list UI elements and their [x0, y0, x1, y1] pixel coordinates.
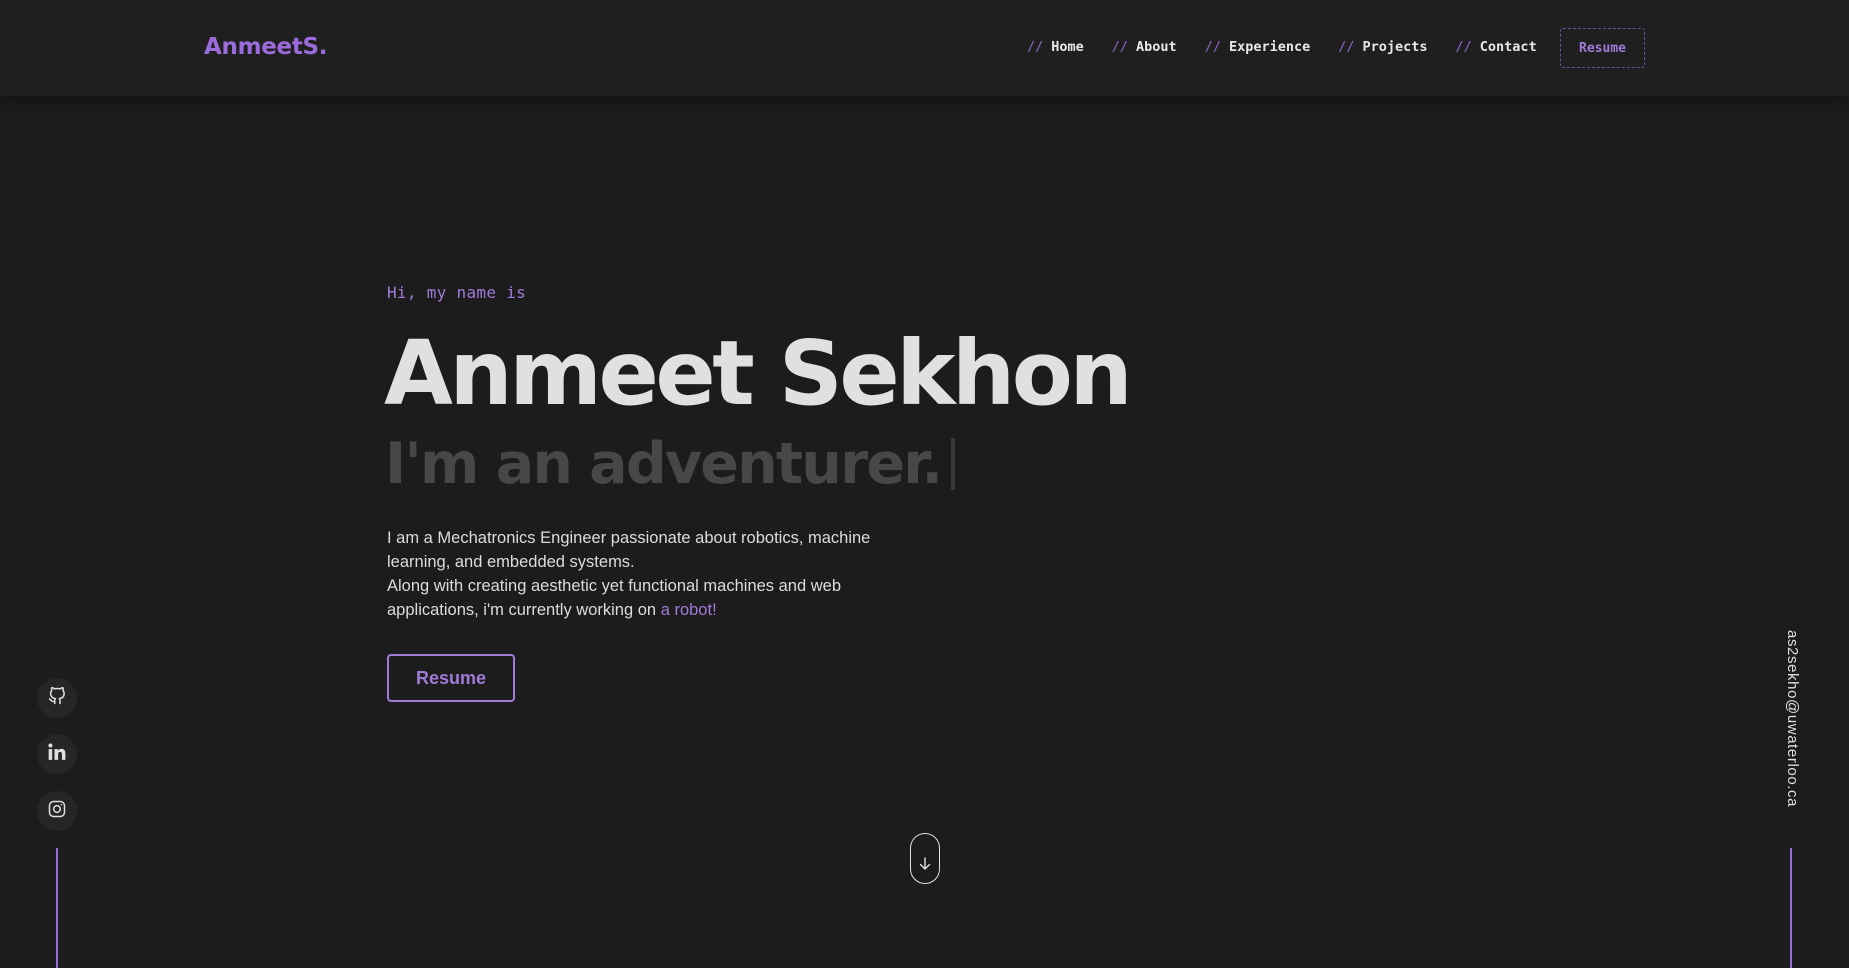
bio-paragraph-1: I am a Mechatronics Engineer passionate … [387, 529, 871, 571]
nav-item-about[interactable]: // About [1112, 39, 1177, 55]
hero-tagline-text: I'm an adventurer. [385, 431, 943, 497]
site-header: AnmeetS. // Home // About // Experience … [0, 0, 1849, 96]
email-rail: as2sekho@uwaterloo.ca [1776, 630, 1806, 807]
hero-bio: I am a Mechatronics Engineer passionate … [387, 526, 907, 622]
nav-label: Contact [1479, 39, 1537, 55]
nav-label: About [1136, 39, 1177, 55]
main-nav: // Home // About // Experience // Projec… [1027, 39, 1537, 55]
nav-item-experience[interactable]: // Experience [1205, 39, 1311, 55]
nav-item-projects[interactable]: // Projects [1338, 39, 1427, 55]
right-rail-line [1790, 848, 1792, 968]
hero-tagline: I'm an adventurer. [385, 428, 956, 500]
nav-slash: // [1204, 39, 1221, 55]
instagram-link[interactable] [37, 791, 77, 831]
robot-link[interactable]: a robot! [661, 601, 717, 619]
instagram-icon [47, 799, 67, 824]
site-logo[interactable]: AnmeetS. [204, 34, 328, 60]
nav-label: Projects [1362, 39, 1428, 55]
email-link[interactable]: as2sekho@uwaterloo.ca [1784, 630, 1801, 807]
nav-item-home[interactable]: // Home [1027, 39, 1084, 55]
hero-greeting: Hi, my name is [387, 283, 527, 302]
nav-item-contact[interactable]: // Contact [1456, 39, 1537, 55]
scroll-down-button[interactable] [910, 833, 940, 884]
nav-slash: // [1111, 39, 1129, 55]
bio-paragraph-2: Along with creating aesthetic yet functi… [387, 574, 907, 622]
nav-slash: // [1338, 39, 1355, 55]
hero-name: Anmeet Sekhon [384, 321, 1133, 425]
nav-label: Home [1051, 39, 1084, 55]
nav-slash: // [1027, 39, 1044, 55]
bio-paragraph-2-text: Along with creating aesthetic yet functi… [387, 577, 842, 619]
github-icon [48, 686, 66, 710]
nav-slash: // [1455, 39, 1472, 55]
hero-resume-button[interactable]: Resume [387, 654, 515, 702]
typing-cursor [951, 438, 956, 490]
left-rail-line [56, 848, 58, 968]
nav-resume-button[interactable]: Resume [1560, 28, 1645, 68]
linkedin-icon [47, 742, 67, 767]
arrow-down-icon [918, 856, 932, 877]
nav-label: Experience [1228, 39, 1311, 55]
linkedin-link[interactable] [37, 734, 77, 774]
github-link[interactable] [37, 678, 77, 718]
